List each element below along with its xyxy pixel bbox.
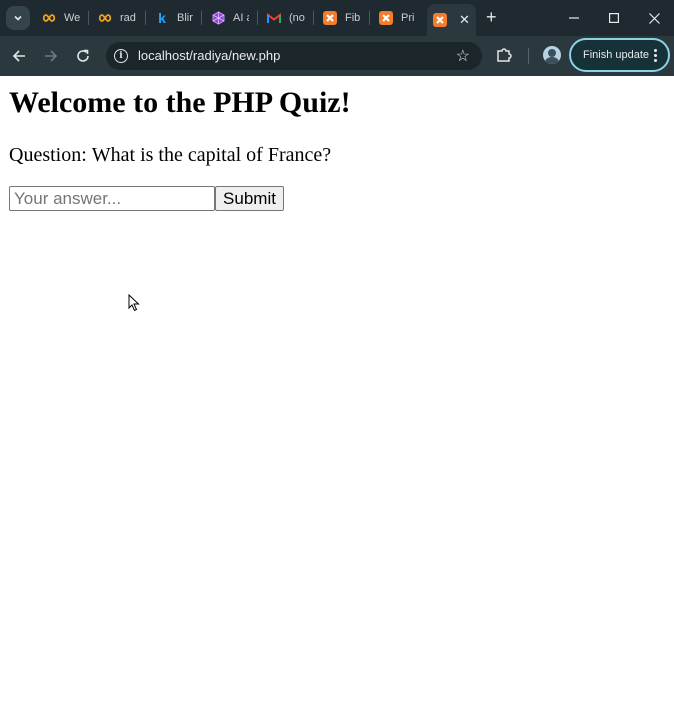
- answer-input[interactable]: [9, 186, 215, 211]
- address-bar[interactable]: i localhost/radiya/new.php ☆: [106, 42, 482, 70]
- tab-title: AI a: [233, 12, 249, 24]
- tab-separator: [88, 11, 89, 25]
- profile-avatar[interactable]: [543, 46, 561, 64]
- tab-5[interactable]: Fib: [323, 6, 361, 30]
- tab-0[interactable]: We: [42, 6, 80, 30]
- question-label: Question:: [9, 144, 87, 166]
- page-content: Welcome to the PHP Quiz! Question: What i…: [0, 76, 674, 720]
- browser-toolbar: i localhost/radiya/new.php ☆ Finish upda…: [0, 36, 674, 76]
- forward-arrow-icon[interactable]: [40, 45, 62, 67]
- new-tab-plus-icon[interactable]: +: [486, 8, 497, 26]
- xampp-icon: [379, 11, 393, 25]
- infinity-icon: [98, 11, 112, 25]
- tab-6[interactable]: Pri: [379, 6, 417, 30]
- bookmark-star-icon[interactable]: ☆: [456, 46, 470, 66]
- tab-separator: [201, 11, 202, 25]
- reload-icon[interactable]: [72, 45, 94, 67]
- mouse-pointer-icon: [128, 294, 140, 312]
- extensions-puzzle-icon[interactable]: [495, 46, 513, 64]
- back-arrow-icon[interactable]: [8, 45, 30, 67]
- page-title: Welcome to the PHP Quiz!: [9, 86, 351, 119]
- tab-separator: [369, 11, 370, 25]
- tab-4[interactable]: (no: [267, 6, 305, 30]
- cube-logo-icon: [211, 11, 225, 25]
- chevron-down-icon: [14, 15, 22, 21]
- tab-title: Pri: [401, 12, 415, 24]
- submit-button[interactable]: Submit: [215, 186, 284, 211]
- tab-7-active[interactable]: ✕: [427, 4, 476, 36]
- tab-2[interactable]: k Blir: [155, 6, 193, 30]
- infinity-icon: [42, 11, 56, 25]
- tab-3[interactable]: AI a: [211, 6, 249, 30]
- k-logo-icon: k: [158, 10, 166, 26]
- gmail-icon: [267, 11, 281, 25]
- tab-separator: [257, 11, 258, 25]
- xampp-icon: [323, 11, 337, 25]
- question-text: What is the capital of France?: [91, 144, 332, 166]
- finish-update-label: Finish update: [583, 49, 650, 61]
- minimize-icon[interactable]: [564, 9, 584, 27]
- tab-separator: [313, 11, 314, 25]
- site-info-icon[interactable]: i: [114, 49, 128, 63]
- tab-separator: [145, 11, 146, 25]
- url-text[interactable]: localhost/radiya/new.php: [138, 48, 280, 63]
- tab-search-button[interactable]: [6, 6, 30, 30]
- tab-title: We: [64, 12, 80, 24]
- tab-title: (no: [289, 12, 305, 24]
- tab-title: rad: [120, 12, 136, 24]
- tab-title: Fib: [345, 12, 361, 24]
- finish-update-button[interactable]: Finish update: [569, 38, 670, 72]
- maximize-icon[interactable]: [604, 9, 624, 27]
- window-close-icon[interactable]: [644, 9, 664, 27]
- tab-1[interactable]: rad: [98, 6, 136, 30]
- question: Question: What is the capital of France?: [9, 144, 331, 167]
- tab-close-icon[interactable]: ✕: [459, 12, 470, 28]
- tab-strip: We rad k Blir AI a (no Fib: [0, 0, 674, 36]
- tab-title: Blir: [177, 12, 193, 24]
- toolbar-divider: [528, 48, 529, 64]
- more-menu-icon[interactable]: [654, 49, 657, 64]
- xampp-icon: [433, 13, 447, 27]
